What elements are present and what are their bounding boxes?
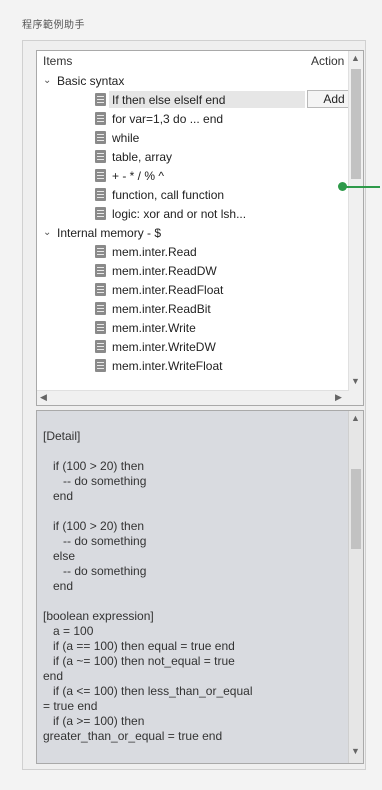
scroll-up-icon[interactable]: ▲ — [351, 413, 360, 423]
tree-item-label: mem.inter.WriteFloat — [112, 358, 223, 373]
tree-item-label: Internal memory - $ — [57, 225, 162, 240]
chevron-down-icon[interactable]: ⌄ — [43, 75, 57, 86]
document-icon — [95, 302, 106, 315]
chevron-down-icon[interactable]: ⌄ — [43, 227, 57, 238]
tree-item[interactable]: while — [37, 128, 363, 147]
tree-item[interactable]: mem.inter.Read — [37, 242, 363, 261]
tree-item[interactable]: mem.inter.ReadBit — [37, 299, 363, 318]
items-column-header[interactable]: Items — [37, 54, 311, 68]
tree-item-label: function, call function — [112, 187, 225, 202]
tree-item[interactable]: mem.inter.ReadDW — [37, 261, 363, 280]
tree-item-label: mem.inter.Read — [112, 244, 197, 259]
document-icon — [95, 264, 106, 277]
tree-item[interactable]: logic: xor and or not lsh... — [37, 204, 363, 223]
scroll-left-icon[interactable]: ◀ — [40, 392, 47, 403]
document-icon — [95, 321, 106, 334]
tree-item-label: mem.inter.Write — [112, 320, 196, 335]
detail-vertical-scrollbar[interactable]: ▲ ▼ — [348, 411, 363, 763]
scroll-down-icon[interactable]: ▼ — [351, 376, 360, 386]
scroll-right-icon[interactable]: ▶ — [335, 392, 342, 403]
tree-item-label: mem.inter.ReadFloat — [112, 282, 224, 297]
document-icon — [95, 283, 106, 296]
document-icon — [95, 131, 106, 144]
window-title: 程序範例助手 — [22, 20, 85, 31]
tree-item-label: mem.inter.WriteDW — [112, 339, 216, 354]
tree-item-label: for var=1,3 do ... end — [112, 111, 224, 126]
tree-item[interactable]: mem.inter.WriteDW — [37, 337, 363, 356]
scroll-down-icon[interactable]: ▼ — [351, 746, 360, 756]
tree-item-label: If then else elself end — [112, 92, 226, 107]
detail-pane[interactable]: [Detail] if (100 > 20) then -- do someth… — [36, 410, 364, 764]
tree-item-label: Basic syntax — [57, 73, 125, 88]
tree-item[interactable]: + - * / % ^ — [37, 166, 363, 185]
document-icon — [95, 93, 106, 106]
tree-body: ⌄ Basic syntax If then else elself end Add f… — [37, 71, 363, 375]
tree-item[interactable]: mem.inter.Write — [37, 318, 363, 337]
tree-item-label: table, array — [112, 149, 173, 164]
tree-horizontal-scrollbar[interactable]: ◀ ▶ — [37, 390, 349, 405]
document-icon — [95, 207, 106, 220]
tree-header: Items Action — [37, 51, 363, 71]
annotation-dot — [338, 182, 347, 191]
tree-group[interactable]: ⌄ Basic syntax — [37, 71, 363, 90]
document-icon — [95, 112, 106, 125]
annotation-line — [344, 186, 380, 188]
document-icon — [95, 359, 106, 372]
tree-item-label: logic: xor and or not lsh... — [112, 206, 247, 221]
tree-item-label: + - * / % ^ — [112, 168, 164, 183]
tree-item[interactable]: If then else elself end Add — [37, 90, 363, 109]
tree-item[interactable]: mem.inter.ReadFloat — [37, 280, 363, 299]
scroll-up-icon[interactable]: ▲ — [351, 53, 360, 63]
tree-item-label: while — [112, 130, 140, 145]
tree-item-label: mem.inter.ReadDW — [112, 263, 217, 278]
tree-item[interactable]: function, call function — [37, 185, 363, 204]
detail-scroll-thumb[interactable] — [351, 469, 361, 549]
document-icon — [95, 169, 106, 182]
document-icon — [95, 188, 106, 201]
tree-item[interactable]: mem.inter.WriteFloat — [37, 356, 363, 375]
document-icon — [95, 150, 106, 163]
tree-item[interactable]: table, array — [37, 147, 363, 166]
tree-scroll-thumb[interactable] — [351, 69, 361, 179]
document-icon — [95, 340, 106, 353]
example-tree[interactable]: Items Action ⌄ Basic syntax If then else e… — [36, 50, 364, 406]
tree-item-label: mem.inter.ReadBit — [112, 301, 211, 316]
tree-vertical-scrollbar[interactable]: ▲ ▼ — [348, 51, 363, 405]
detail-text: [Detail] if (100 > 20) then -- do someth… — [43, 429, 253, 743]
document-icon — [95, 245, 106, 258]
tree-item[interactable]: for var=1,3 do ... end — [37, 109, 363, 128]
tree-group[interactable]: ⌄ Internal memory - $ — [37, 223, 363, 242]
